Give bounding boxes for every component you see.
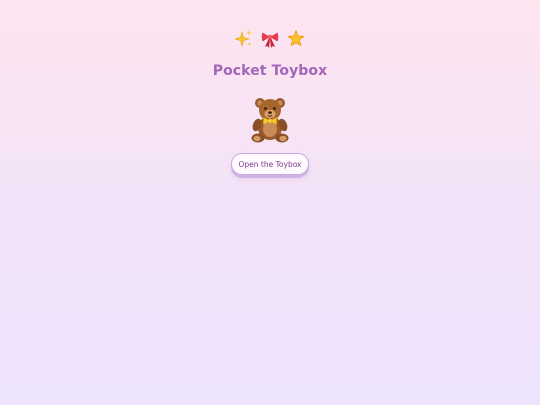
- app-title: Pocket Toybox: [212, 63, 328, 79]
- star-icon: [287, 28, 305, 50]
- teddy-bear-icon: [249, 96, 291, 144]
- ribbon-bow-icon: [261, 28, 279, 50]
- open-toybox-button[interactable]: Open the Toybox: [231, 153, 309, 175]
- toybox-screen: Pocket Toybox Open the Toybox: [0, 0, 540, 405]
- decoration-row: [0, 28, 540, 50]
- sparkles-icon: [233, 28, 253, 50]
